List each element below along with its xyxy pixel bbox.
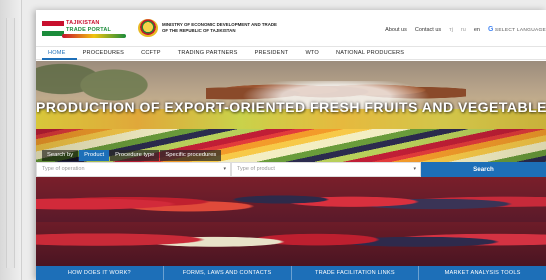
- about-link[interactable]: About us: [385, 27, 407, 33]
- logo-line1: TAJIKISTAN: [66, 20, 100, 26]
- chevron-down-icon: ▾: [413, 166, 416, 172]
- feature-links: HOW DOES IT WORK? FORMS, LAWS AND CONTAC…: [36, 266, 546, 280]
- search-tabs: Search by Product Procedure type Specifi…: [42, 150, 222, 161]
- fruit-banner-image-lower: [36, 222, 546, 266]
- lang-tj-link[interactable]: тj: [449, 27, 453, 33]
- state-emblem-icon: [138, 19, 158, 37]
- product-placeholder: Type of product: [237, 166, 275, 172]
- nav-procedures[interactable]: PROCEDURES: [77, 47, 135, 60]
- nav-trading-partners[interactable]: TRADING PARTNERS: [172, 47, 249, 60]
- tab-product[interactable]: Product: [79, 150, 110, 161]
- search-button[interactable]: Search: [421, 162, 546, 177]
- operation-placeholder: Type of operation: [42, 166, 85, 172]
- nav-national-producers[interactable]: NATIONAL PRODUCERS: [330, 47, 415, 60]
- nav-home[interactable]: HOME: [42, 47, 77, 60]
- trade-facilitation-links-link[interactable]: TRADE FACILITATION LINKS: [292, 266, 420, 280]
- logo-swoosh: [62, 34, 126, 38]
- product-type-select[interactable]: Type of product ▾: [231, 162, 421, 177]
- left-window-edge: [0, 0, 22, 280]
- browser-page: TAJIKISTAN TRADE PORTAL MINISTRY OF ECON…: [36, 10, 546, 280]
- tab-specific-procedures[interactable]: Specific procedures: [160, 150, 222, 161]
- lang-ru-link[interactable]: ru: [461, 27, 466, 33]
- tab-procedure-type[interactable]: Procedure type: [110, 150, 160, 161]
- google-translate-icon: G: [487, 26, 494, 33]
- search-by-label: Search by: [42, 150, 79, 161]
- contact-link[interactable]: Contact us: [415, 27, 441, 33]
- nav-ccftp[interactable]: CCFTP: [135, 47, 172, 60]
- how-does-it-work-link[interactable]: HOW DOES IT WORK?: [36, 266, 164, 280]
- nav-wto[interactable]: WTO: [299, 47, 330, 60]
- hero-title: PRODUCTION OF EXPORT-ORIENTED FRESH FRUI…: [36, 99, 546, 115]
- ministry-name-line2: OF THE REPUBLIC OF TAJIKISTAN: [162, 28, 236, 33]
- chevron-down-icon: ▾: [223, 166, 226, 172]
- main-nav: HOME PROCEDURES CCFTP TRADING PARTNERS P…: [36, 46, 546, 60]
- tajik-flag-icon: [42, 21, 64, 36]
- operation-type-select[interactable]: Type of operation ▾: [36, 162, 231, 177]
- search-bar: Type of operation ▾ Type of product ▾ Se…: [36, 162, 546, 177]
- language-selector[interactable]: G SELECT LANGUAGE: [488, 26, 546, 33]
- screenshot-stage: TAJIKISTAN TRADE PORTAL MINISTRY OF ECON…: [0, 0, 546, 280]
- market-analysis-tools-link[interactable]: MARKET ANALYSIS TOOLS: [419, 266, 546, 280]
- select-language-label: SELECT LANGUAGE: [494, 28, 546, 33]
- trade-portal-logo[interactable]: TAJIKISTAN TRADE PORTAL: [42, 17, 128, 39]
- nav-president[interactable]: PRESIDENT: [249, 47, 300, 60]
- forms-laws-contacts-link[interactable]: FORMS, LAWS AND CONTACTS: [164, 266, 292, 280]
- logo-line2: TRADE PORTAL: [66, 27, 112, 33]
- scrollbar[interactable]: [6, 18, 15, 268]
- top-links: About us Contact us тj ru en G SELECT LA…: [385, 26, 546, 33]
- fruit-banner-image: [36, 177, 546, 222]
- site-header: TAJIKISTAN TRADE PORTAL MINISTRY OF ECON…: [36, 10, 546, 46]
- lang-en-link[interactable]: en: [474, 27, 480, 33]
